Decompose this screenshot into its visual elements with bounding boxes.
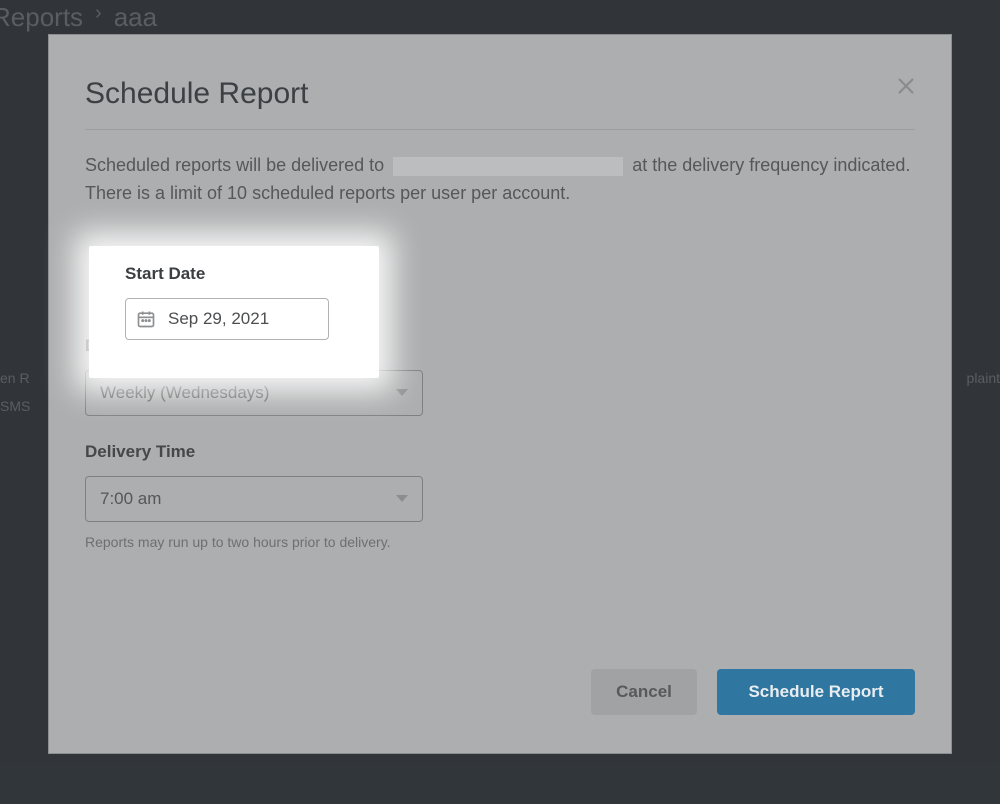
schedule-report-modal: Schedule Report Scheduled reports will b… — [48, 34, 952, 754]
modal-footer-buttons: Cancel Schedule Report — [591, 669, 915, 715]
modal-title: Schedule Report — [85, 77, 915, 111]
chevron-down-icon — [396, 389, 408, 396]
time-select[interactable]: 7:00 am — [85, 476, 423, 522]
intro-text: Scheduled reports will be delivered to a… — [85, 152, 915, 208]
start-date-label: Start Date — [125, 264, 379, 284]
redacted-email — [393, 157, 623, 176]
schedule-report-button[interactable]: Schedule Report — [717, 669, 915, 715]
divider — [85, 129, 915, 130]
start-date-value: Sep 29, 2021 — [168, 309, 269, 329]
time-hint: Reports may run up to two hours prior to… — [85, 534, 915, 550]
start-date-highlight: Start Date Sep 29, 2021 — [89, 246, 379, 378]
time-label: Delivery Time — [85, 442, 915, 462]
cancel-button[interactable]: Cancel — [591, 669, 697, 715]
intro-pre: Scheduled reports will be delivered to — [85, 155, 384, 175]
chevron-down-icon — [396, 495, 408, 502]
time-value: 7:00 am — [100, 489, 161, 509]
calendar-icon — [136, 309, 156, 329]
start-date-input[interactable]: Sep 29, 2021 — [125, 298, 329, 340]
close-icon[interactable] — [895, 75, 917, 97]
frequency-value: Weekly (Wednesdays) — [100, 383, 269, 403]
